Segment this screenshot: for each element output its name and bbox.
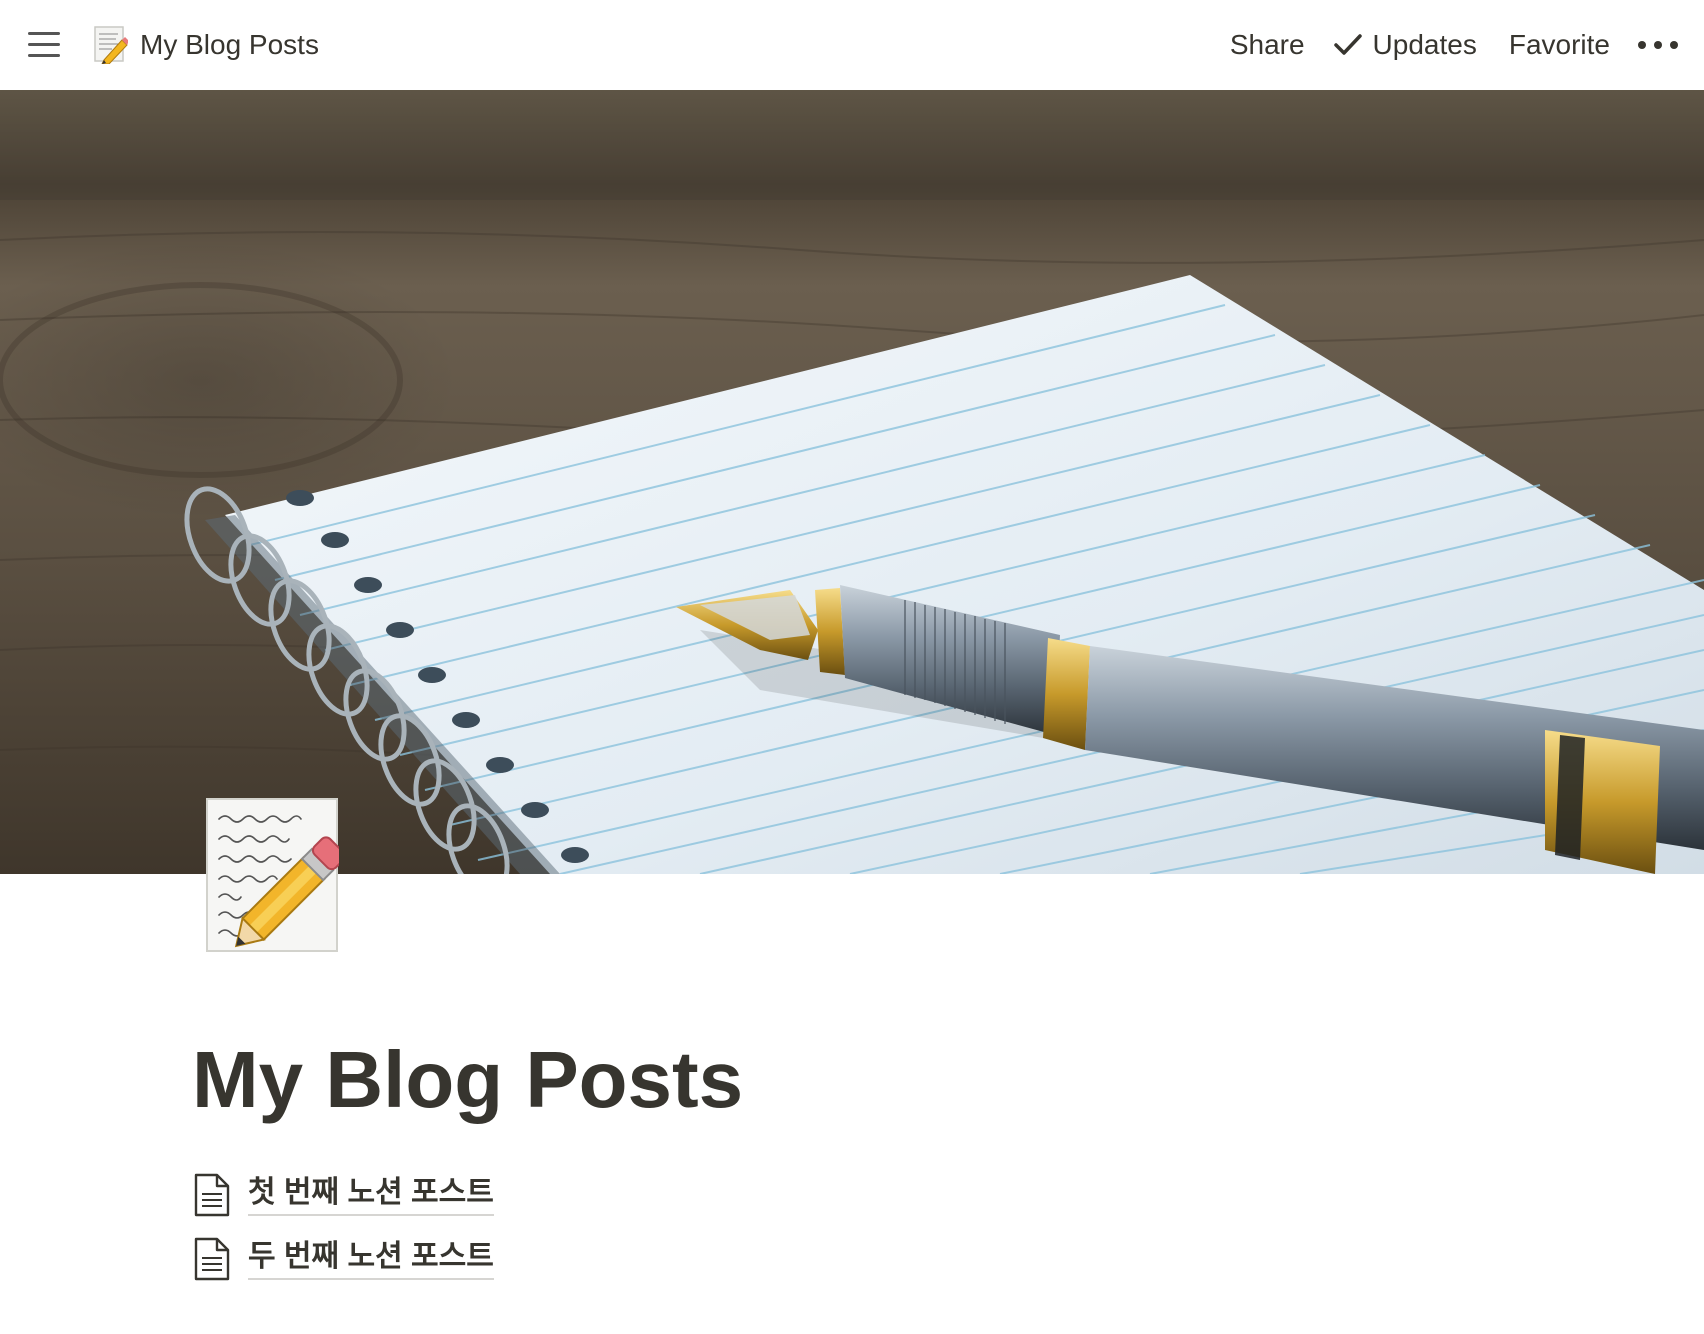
page-title: My Blog Posts [192,1035,744,1124]
memo-icon [206,798,346,952]
subpage-list: 첫 번째 노션 포스트 두 번째 노션 포스트 [192,1163,992,1291]
document-icon [194,1237,230,1281]
hamburger-menu-icon[interactable] [26,30,62,60]
more-dots-icon[interactable] [1638,30,1678,60]
top-bar: My Blog Posts Share Updates Favorite [0,0,1704,90]
updates-button[interactable]: Updates [1333,29,1477,61]
favorite-label: Favorite [1508,29,1610,60]
document-icon [194,1173,230,1217]
menu-line [28,32,60,35]
favorite-button[interactable]: Favorite [1509,29,1610,61]
share-button[interactable]: Share [1230,29,1305,61]
subpage-title: 첫 번째 노션 포스트 [248,1174,494,1216]
share-label: Share [1229,29,1305,60]
dot [1670,41,1678,49]
cover-image[interactable] [0,90,1704,874]
dot [1638,41,1646,49]
notebook-and-fountain-pen-cover [0,90,1704,874]
breadcrumb-title: My Blog Posts [140,29,319,60]
subpage-link[interactable]: 두 번째 노션 포스트 [192,1227,992,1291]
dot [1654,41,1662,49]
subpage-title: 두 번째 노션 포스트 [248,1238,494,1280]
updates-label: Updates [1372,29,1477,60]
checkmark-icon [1333,34,1362,55]
top-actions: Share Updates Favorite [1230,22,1678,68]
menu-line [28,43,60,46]
memo-icon [94,26,128,64]
page-icon[interactable] [205,797,346,953]
breadcrumb[interactable]: My Blog Posts [94,22,319,68]
menu-line [28,54,60,57]
subpage-link[interactable]: 첫 번째 노션 포스트 [192,1163,992,1227]
